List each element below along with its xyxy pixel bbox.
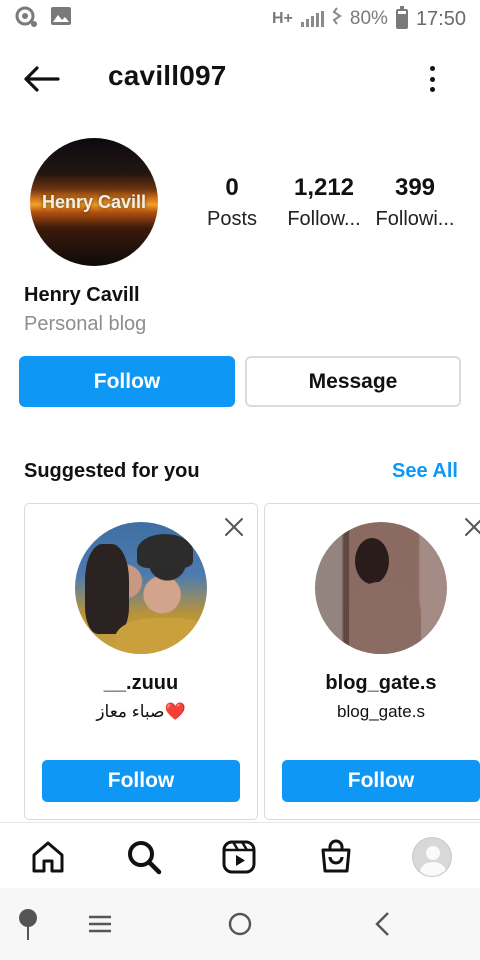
see-all-link[interactable]: See All xyxy=(392,460,458,483)
home-circle-icon[interactable] xyxy=(224,908,256,940)
suggestion-avatar[interactable] xyxy=(315,522,447,654)
home-icon[interactable] xyxy=(28,837,68,877)
clock: 17:50 xyxy=(415,7,466,30)
profile-avatar[interactable]: Henry Cavill xyxy=(30,138,158,266)
close-icon[interactable] xyxy=(463,516,480,538)
followers-label: Follow... xyxy=(287,208,361,230)
image-icon xyxy=(50,6,72,32)
avatar-text: Henry Cavill xyxy=(41,191,147,212)
search-icon[interactable] xyxy=(124,837,164,877)
suggestion-subtitle: صباء معاز❤️ xyxy=(96,702,186,721)
battery-percent: 80% xyxy=(349,8,388,29)
status-bar: H+ 80% 17:50 xyxy=(0,0,480,38)
posts-count: 0 xyxy=(225,174,239,201)
message-button[interactable]: Message xyxy=(245,356,461,407)
signal-icon xyxy=(300,11,324,27)
suggestion-follow-button[interactable]: Follow xyxy=(42,760,240,802)
close-icon[interactable] xyxy=(223,516,245,538)
follow-button[interactable]: Follow xyxy=(19,356,235,407)
bottom-nav xyxy=(0,822,480,888)
posts-stat: 0 Posts xyxy=(196,172,268,234)
followers-stat[interactable]: 1,212 Follow... xyxy=(283,172,365,234)
reels-icon[interactable] xyxy=(219,837,259,877)
status-left-icons xyxy=(14,5,72,33)
back-arrow-icon[interactable] xyxy=(22,64,62,94)
back-chevron-icon[interactable] xyxy=(366,908,398,940)
pin-icon[interactable] xyxy=(12,908,44,940)
battery-icon xyxy=(395,6,408,29)
profile-category: Personal blog xyxy=(24,313,147,335)
avatar xyxy=(412,837,452,877)
followers-count: 1,212 xyxy=(293,174,355,201)
page-title: cavill097 xyxy=(108,60,227,91)
suggestion-username[interactable]: blog_gate.s xyxy=(265,672,480,695)
suggestion-subtitle: blog_gate.s xyxy=(337,702,425,721)
network-type: H+ xyxy=(272,10,293,27)
display-name: Henry Cavill xyxy=(24,284,140,306)
suggestion-follow-button[interactable]: Follow xyxy=(282,760,480,802)
profile-header: cavill097 xyxy=(0,52,480,106)
suggestion-card: blog_gate.s blog_gate.s Follow xyxy=(264,503,480,820)
system-nav-bar xyxy=(0,888,480,960)
following-count: 399 xyxy=(394,174,436,201)
profile-icon[interactable] xyxy=(412,837,452,877)
posts-label: Posts xyxy=(206,208,258,230)
suggested-title: Suggested for you xyxy=(24,460,200,482)
suggestion-username[interactable]: __.zuuu xyxy=(25,672,257,695)
vibrate-icon xyxy=(332,7,342,31)
suggestion-card: __.zuuu صباء معاز❤️ Follow xyxy=(24,503,258,820)
suggestion-avatar[interactable] xyxy=(75,522,207,654)
following-label: Followi... xyxy=(375,208,455,230)
more-vertical-icon[interactable] xyxy=(420,62,444,96)
recent-apps-icon[interactable] xyxy=(84,908,116,940)
status-right: H+ 80% 17:50 xyxy=(272,6,466,31)
shop-icon[interactable] xyxy=(316,837,356,877)
following-stat[interactable]: 399 Followi... xyxy=(372,172,458,234)
camera-sync-icon xyxy=(14,5,38,33)
